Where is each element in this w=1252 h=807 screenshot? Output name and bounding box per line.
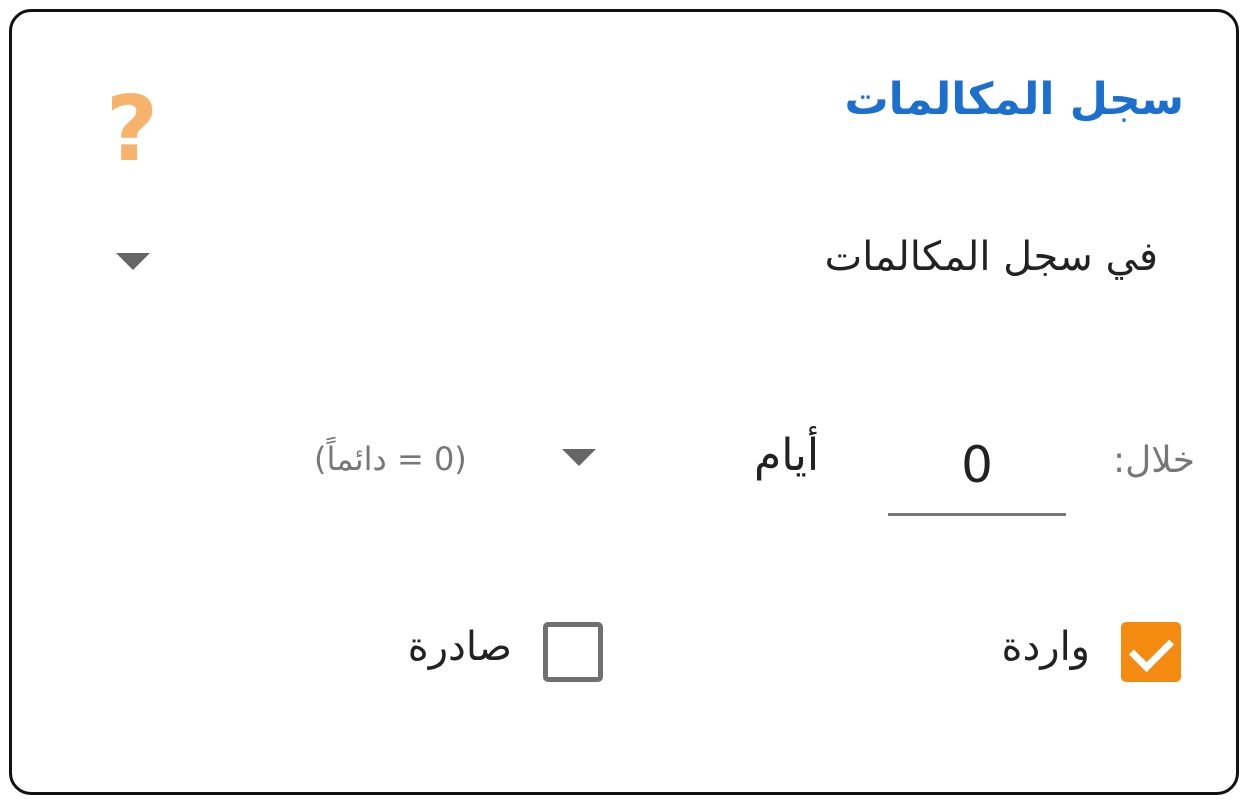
incoming-checkbox[interactable] [1121, 622, 1181, 682]
hint-text: (0 = دائماً) [314, 440, 467, 478]
outgoing-label: صادرة [407, 624, 512, 670]
outgoing-checkbox[interactable] [543, 622, 603, 682]
page-title: سجل المكالمات [844, 74, 1184, 125]
question-mark-icon[interactable]: ? [92, 80, 172, 180]
call-log-card: سجل المكالمات ? في سجل المكالمات خلال: أ… [9, 9, 1239, 795]
call-log-source-select[interactable]: في سجل المكالمات [825, 234, 1158, 280]
dropdown-caret-icon[interactable] [116, 253, 150, 270]
within-label: خلال: [1112, 440, 1195, 481]
incoming-label: واردة [1001, 624, 1090, 670]
checkmark-icon [1128, 626, 1175, 673]
dropdown-caret-icon[interactable] [562, 449, 596, 466]
unit-select[interactable]: أيام [754, 430, 819, 481]
days-input[interactable] [888, 416, 1066, 516]
